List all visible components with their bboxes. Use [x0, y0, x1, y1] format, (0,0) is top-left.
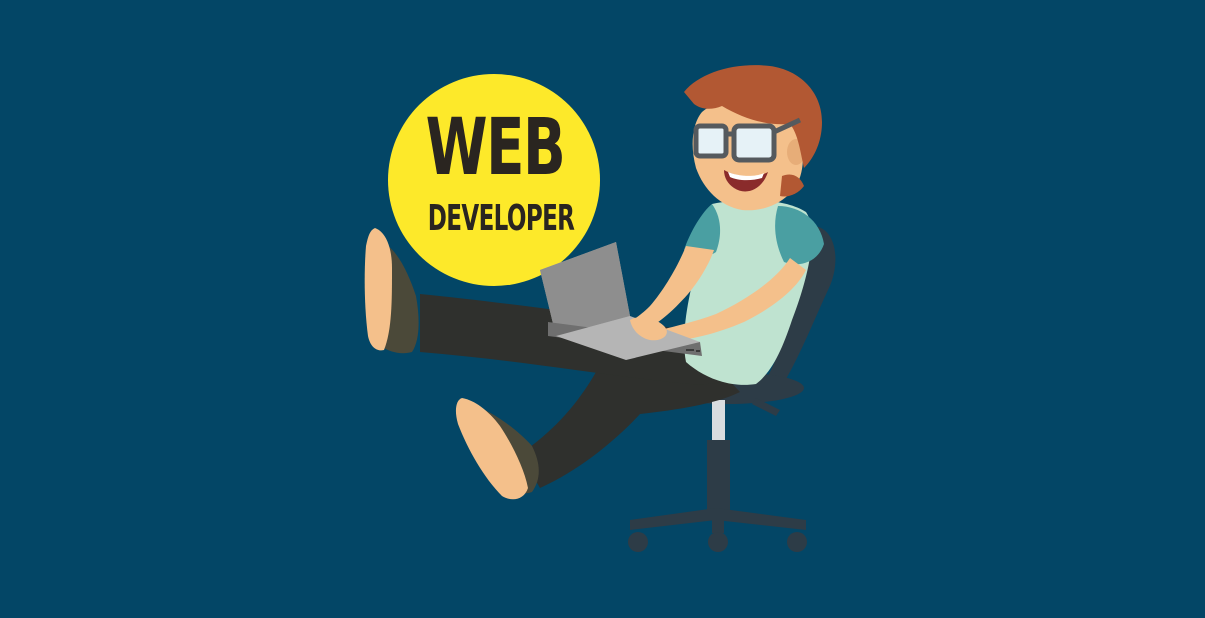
scene-svg [0, 0, 1205, 618]
badge-title-web: WEB [425, 103, 566, 193]
badge-title-developer: DEVELOPER [427, 198, 575, 239]
illustration-canvas: WEB DEVELOPER [0, 0, 1205, 618]
